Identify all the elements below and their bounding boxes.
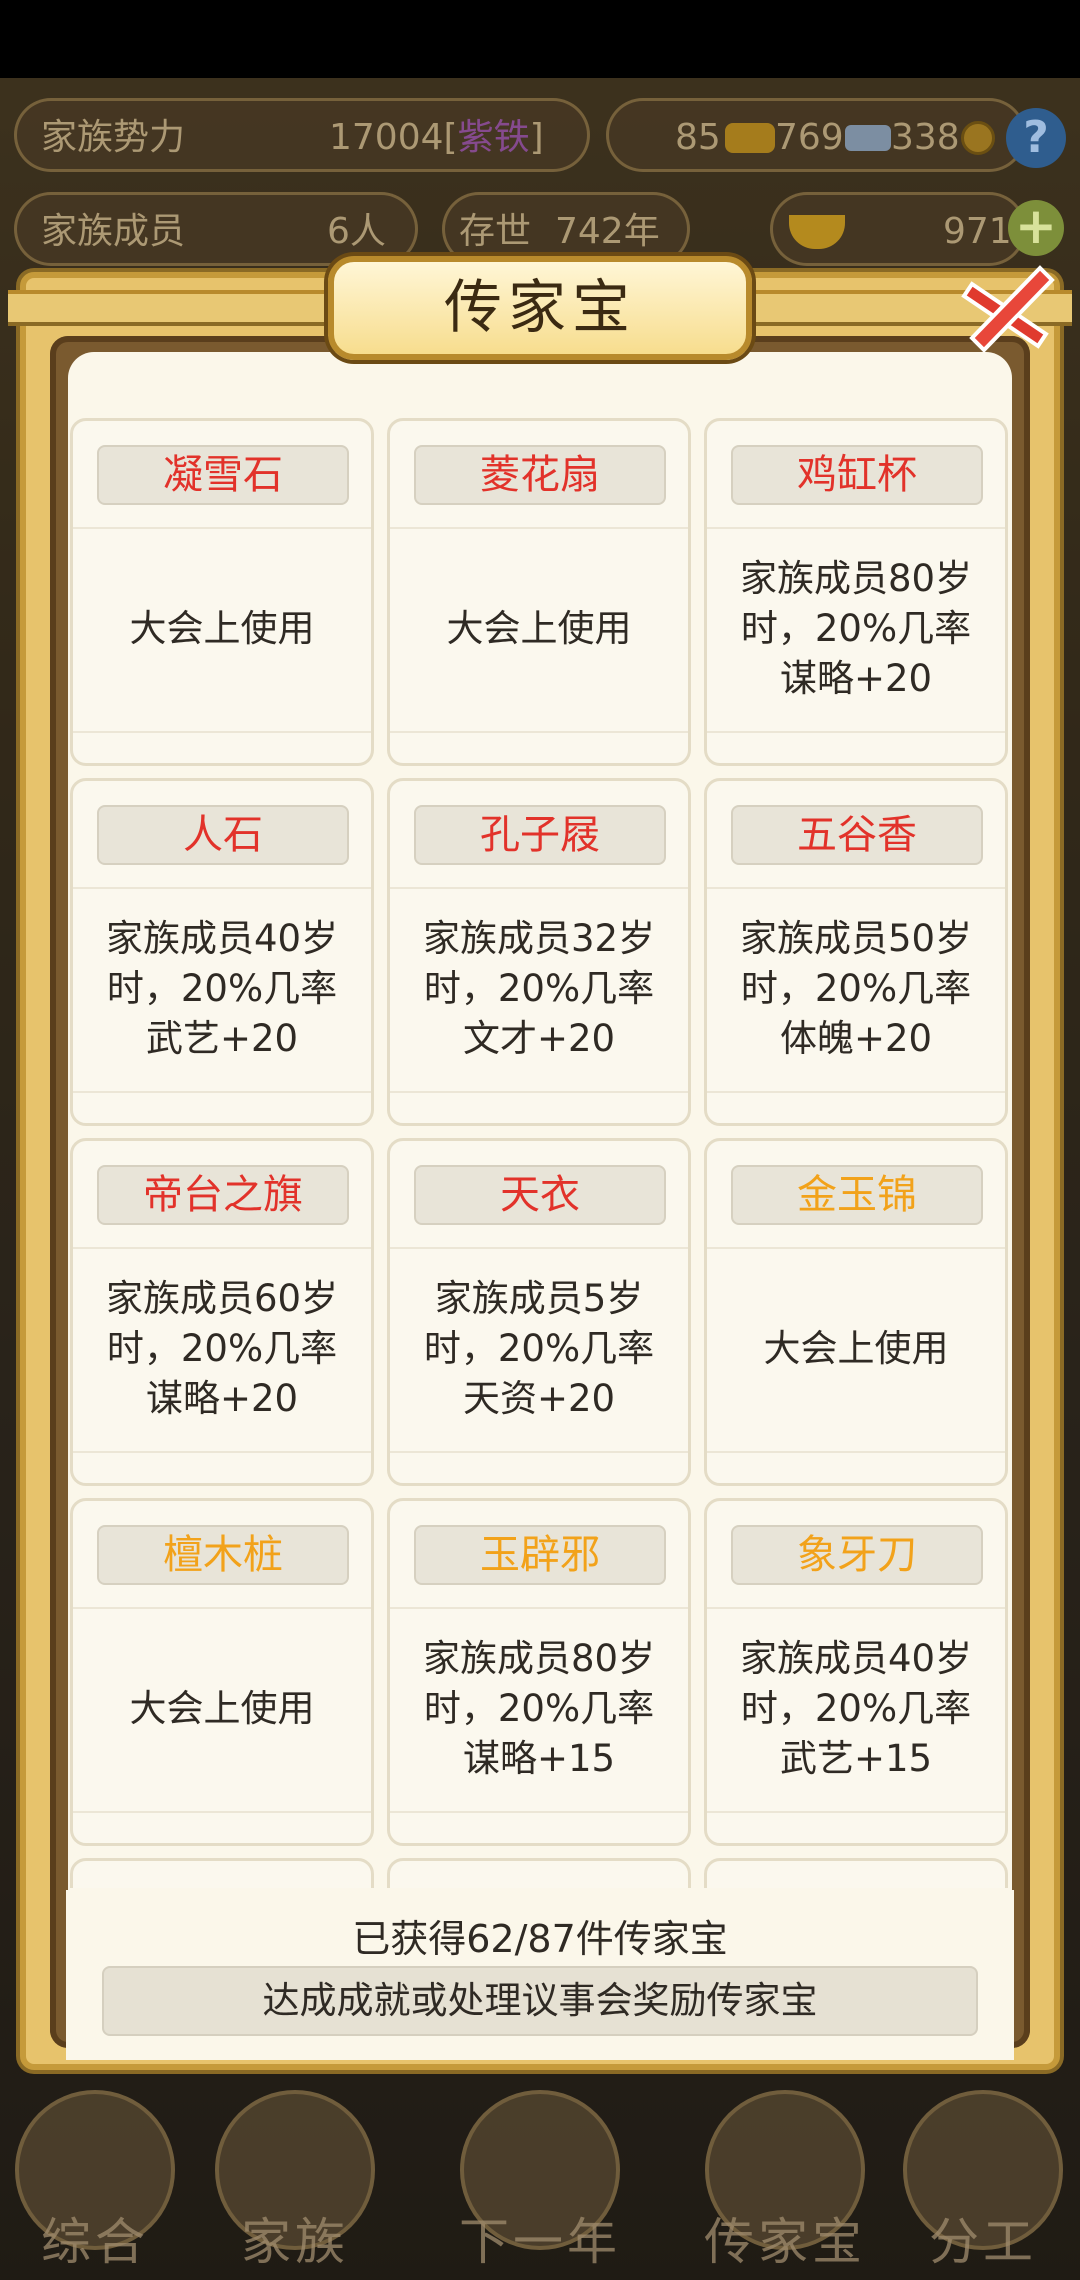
heirloom-name: 金玉锦 [731,1165,983,1225]
heirloom-card[interactable]: 象牙刀 家族成员40岁 时，20%几率 武艺+15 [704,1498,1008,1846]
heirloom-name: 人石 [97,805,349,865]
divider [73,731,371,733]
divider [707,1811,1005,1813]
heirloom-card[interactable]: 孔子屐 家族成员32岁 时，20%几率 文才+20 [387,778,691,1126]
heirloom-card[interactable]: 五谷香 家族成员50岁 时，20%几率 体魄+20 [704,778,1008,1126]
gold-ingot-icon [789,215,845,249]
heirloom-description: 家族成员40岁 时，20%几率 武艺+15 [739,1637,973,1780]
members-bar: 家族成员 6人 [14,192,418,266]
divider [73,1811,371,1813]
heirloom-card[interactable]: 玉辟邪 家族成员80岁 时，20%几率 谋略+15 [387,1498,691,1846]
help-icon[interactable]: ? [1006,108,1066,168]
divider [73,1091,371,1093]
heirloom-card[interactable]: 人石 家族成员40岁 时，20%几率 武艺+20 [70,778,374,1126]
nav-item-general[interactable]: 综合 [0,2080,190,2280]
nav-item-heirlooms[interactable]: 传家宝 [690,2080,880,2280]
heirloom-description: 大会上使用 [446,607,632,650]
close-icon[interactable] [954,254,1064,364]
modal-title: 传家宝 [328,256,752,360]
nav-item-clan[interactable]: 家族 [200,2080,390,2280]
modal-footer: 已获得62/87件传家宝 达成成就或处理议事会奖励传家宝 [66,1890,1014,2060]
divider [390,1811,688,1813]
heirloom-description: 家族成员5岁 时，20%几率 天资+20 [423,1277,655,1420]
resources-bar: 85 769 338 [606,98,1026,172]
divider [707,1091,1005,1093]
divider [73,1451,371,1453]
nav-label: 分工 [929,2213,1037,2271]
clan-power-bar: 家族势力 17004[紫铁] [14,98,590,172]
nav-label: 下一年 [459,2213,621,2271]
heirloom-description: 家族成员40岁 时，20%几率 武艺+20 [105,917,339,1060]
heirloom-card[interactable]: 鸡缸杯 家族成员80岁 时，20%几率 谋略+20 [704,418,1008,766]
hint-text: 达成成就或处理议事会奖励传家宝 [102,1966,978,2036]
nav-label: 综合 [41,2213,149,2271]
heirloom-card[interactable]: 金玉锦 大会上使用 [704,1138,1008,1486]
heirloom-description: 家族成员50岁 时，20%几率 体魄+20 [739,917,973,1060]
members-label: 家族成员 [41,211,186,252]
gold-bar-icon [725,123,775,153]
silver-bar-icon [845,125,891,151]
heirloom-card[interactable] [387,1858,691,1888]
heirloom-name: 檀木桩 [97,1525,349,1585]
clan-power-label: 家族势力 [41,117,186,158]
title-ribbon-left [8,290,338,326]
heirloom-name: 菱花扇 [414,445,666,505]
nav-label: 传家宝 [704,2213,866,2271]
heirloom-name: 象牙刀 [731,1525,983,1585]
heirloom-description: 大会上使用 [129,607,315,650]
divider [390,731,688,733]
clan-rank: 紫铁 [457,117,530,158]
heirloom-description: 家族成员32岁 时，20%几率 文才+20 [422,917,656,1060]
heirloom-name: 孔子屐 [414,805,666,865]
collected-count: 已获得62/87件传家宝 [352,1917,728,1961]
coin-count: 338 [891,117,960,158]
add-ingot-icon[interactable]: + [1008,200,1064,256]
heirloom-card[interactable]: 菱花扇 大会上使用 [387,418,691,766]
heirloom-card[interactable] [70,1858,374,1888]
nav-label: 家族 [241,2213,349,2271]
heirloom-name: 五谷香 [731,805,983,865]
heirloom-name: 玉辟邪 [414,1525,666,1585]
divider [707,731,1005,733]
heirloom-description: 家族成员80岁 时，20%几率 谋略+15 [422,1637,656,1780]
clan-power-value: 17004[紫铁] [329,117,544,158]
heirloom-card[interactable]: 凝雪石 大会上使用 [70,418,374,766]
years-bar: 存世 742年 [442,192,690,266]
gold-count: 85 [675,117,721,158]
heirloom-name: 天衣 [414,1165,666,1225]
heirloom-description: 家族成员80岁 时，20%几率 谋略+20 [739,557,973,700]
heirloom-description: 大会上使用 [763,1327,949,1370]
heirloom-card[interactable]: 天衣 家族成员5岁 时，20%几率 天资+20 [387,1138,691,1486]
nav-item-assign[interactable]: 分工 [888,2080,1078,2280]
coin-icon [961,121,995,155]
heirloom-card[interactable]: 帝台之旗 家族成员60岁 时，20%几率 谋略+20 [70,1138,374,1486]
heirloom-description: 家族成员60岁 时，20%几率 谋略+20 [105,1277,339,1420]
silver-count: 769 [775,117,844,158]
divider [390,1091,688,1093]
heirloom-name: 鸡缸杯 [731,445,983,505]
status-bar [0,0,1080,78]
heirloom-card[interactable]: 檀木桩 大会上使用 [70,1498,374,1846]
heirloom-description: 大会上使用 [129,1687,315,1730]
divider [390,1451,688,1453]
heirloom-card[interactable] [704,1858,1008,1888]
bottom-nav: 综合 家族 下一年 传家宝 分工 [0,2080,1080,2280]
heirloom-name: 帝台之旗 [97,1165,349,1225]
heirloom-name: 凝雪石 [97,445,349,505]
heirloom-grid: 凝雪石 大会上使用 菱花扇 大会上使用 鸡缸杯 家族成员80岁 时，20%几率 … [50,418,1008,1888]
nav-item-next-year[interactable]: 下一年 [445,2080,635,2280]
divider [707,1451,1005,1453]
